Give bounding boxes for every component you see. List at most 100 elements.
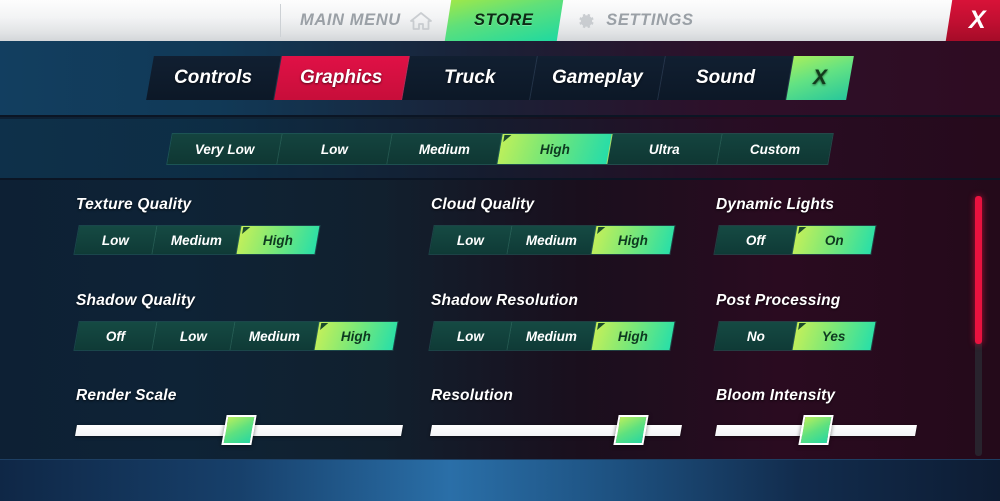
tab-controls[interactable]: Controls [146,56,282,100]
settings-row: Texture Quality Low Medium High Cloud Qu… [0,196,1000,255]
resolution-slider-handle[interactable] [613,415,649,445]
setting-shadow-quality-options: Off Low Medium High [73,321,399,351]
home-icon [409,11,432,31]
bloom-intensity-slider[interactable] [715,415,986,445]
tab-sound-label: Sound [695,67,756,88]
option-texture-medium[interactable]: Medium [152,226,242,254]
setting-resolution-label: Resolution [431,387,514,404]
tab-controls-label: Controls [174,67,253,88]
top-tab-settings-label: SETTINGS [606,11,694,29]
option-shadowres-high[interactable]: High [591,322,675,350]
option-texture-high-label: High [263,232,294,248]
option-shadowres-low[interactable]: Low [429,322,513,350]
scrollbar-thumb[interactable] [975,196,982,345]
option-shadowres-medium-label: Medium [526,328,578,344]
option-cloud-high[interactable]: High [591,226,675,254]
setting-shadow-quality: Shadow Quality Off Low Medium High [73,292,431,351]
settings-grid: Texture Quality Low Medium High Cloud Qu… [0,182,1000,459]
panel-close-button[interactable]: X [786,56,854,100]
settings-screen: MAIN MENU STORE SETTINGS X Controls Grap… [0,0,1000,501]
option-cloud-high-label: High [618,232,649,248]
preset-medium[interactable]: Medium [387,133,503,164]
setting-cloud-quality-options: Low Medium High [428,225,676,255]
option-dynamic-lights-on[interactable]: On [792,226,876,254]
setting-post-processing-options: No Yes [713,321,877,351]
option-post-yes[interactable]: Yes [792,322,876,350]
top-tab-main-menu[interactable]: MAIN MENU [280,0,452,41]
tab-graphics-label: Graphics [300,67,383,88]
top-tab-main-menu-label: MAIN MENU [300,11,401,29]
preset-ultra[interactable]: Ultra [607,133,723,164]
option-shadow-high[interactable]: High [314,322,398,350]
option-texture-low-label: Low [102,232,129,248]
preset-custom[interactable]: Custom [717,133,833,164]
quality-preset-bar: Very Low Low Medium High Ultra Custom [0,119,1000,180]
setting-render-scale: Render Scale [75,387,431,445]
option-shadowres-low-label: Low [457,328,484,344]
top-tab-settings[interactable]: SETTINGS [555,0,713,41]
close-button[interactable]: X [945,0,1000,41]
option-shadow-off[interactable]: Off [74,322,158,350]
setting-cloud-quality: Cloud Quality Low Medium High [428,196,716,255]
setting-post-processing-label: Post Processing [716,292,841,309]
resolution-slider[interactable] [430,415,716,445]
option-dynamic-lights-on-label: On [824,232,844,248]
setting-dynamic-lights-options: Off On [713,225,877,255]
category-tab-list: Controls Graphics Truck Gameplay Sound X [146,56,854,100]
setting-shadow-resolution: Shadow Resolution Low Medium High [428,292,716,351]
option-texture-high[interactable]: High [236,226,320,254]
category-tab-bar: Controls Graphics Truck Gameplay Sound X [0,41,1000,117]
quality-preset-list: Very Low Low Medium High Ultra Custom [166,132,834,165]
top-tab-store[interactable]: STORE [444,0,563,41]
tab-gameplay[interactable]: Gameplay [530,56,666,100]
top-menu-bar: MAIN MENU STORE SETTINGS X [0,0,1000,41]
setting-shadow-resolution-label: Shadow Resolution [431,292,579,309]
option-texture-low[interactable]: Low [74,226,158,254]
tab-graphics[interactable]: Graphics [274,56,410,100]
option-cloud-medium-label: Medium [526,232,578,248]
setting-texture-quality-label: Texture Quality [76,196,192,213]
tab-truck[interactable]: Truck [402,56,538,100]
setting-bloom-intensity-label: Bloom Intensity [716,387,836,404]
preset-high-label: High [539,141,570,156]
tab-divider [280,4,281,37]
option-shadow-medium-label: Medium [249,328,301,344]
option-shadow-high-label: High [341,328,372,344]
gear-icon [575,10,597,32]
setting-texture-quality: Texture Quality Low Medium High [73,196,431,255]
setting-shadow-resolution-options: Low Medium High [428,321,676,351]
preset-very-low[interactable]: Very Low [167,133,283,164]
option-shadow-low[interactable]: Low [152,322,236,350]
option-post-yes-label: Yes [822,328,846,344]
tab-sound[interactable]: Sound [658,56,794,100]
setting-dynamic-lights: Dynamic Lights Off On [713,196,986,255]
option-cloud-medium[interactable]: Medium [507,226,597,254]
preset-high[interactable]: High [497,133,613,164]
option-shadow-medium[interactable]: Medium [230,322,320,350]
setting-cloud-quality-label: Cloud Quality [431,196,535,213]
preset-ultra-label: Ultra [649,141,680,156]
setting-texture-quality-options: Low Medium High [73,225,321,255]
settings-row: Render Scale Resolution Bloom Intensity [0,387,1000,445]
option-dynamic-lights-off[interactable]: Off [714,226,798,254]
settings-row: Shadow Quality Off Low Medium High Shado… [0,292,1000,351]
render-scale-slider-handle[interactable] [221,415,257,445]
option-post-no[interactable]: No [714,322,798,350]
tab-gameplay-label: Gameplay [552,67,643,88]
scrollbar-track[interactable] [975,196,982,456]
setting-post-processing: Post Processing No Yes [713,292,986,351]
preset-low-label: Low [321,141,348,156]
option-cloud-low[interactable]: Low [429,226,513,254]
preset-low[interactable]: Low [277,133,393,164]
option-texture-medium-label: Medium [171,232,223,248]
preset-custom-label: Custom [749,141,801,156]
option-shadowres-medium[interactable]: Medium [507,322,597,350]
option-cloud-low-label: Low [457,232,484,248]
render-scale-slider[interactable] [75,415,431,445]
setting-shadow-quality-label: Shadow Quality [76,292,196,309]
bloom-intensity-slider-handle[interactable] [798,415,834,445]
top-tab-store-label: STORE [473,11,534,29]
preset-very-low-label: Very Low [194,141,255,156]
tab-truck-label: Truck [443,67,496,88]
